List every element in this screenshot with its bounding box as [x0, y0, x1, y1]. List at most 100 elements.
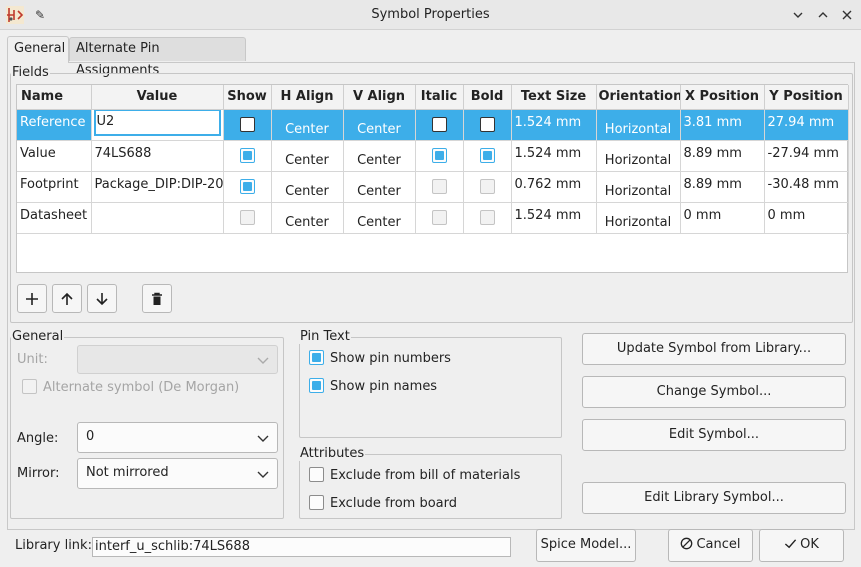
cell-y-position[interactable]: 27.94 mm	[764, 109, 849, 141]
col-header-v-align[interactable]: V Align	[343, 85, 416, 110]
spice-model-button[interactable]: Spice Model...	[536, 529, 636, 562]
angle-select[interactable]: 0	[77, 422, 278, 453]
bold-checkbox[interactable]	[479, 178, 495, 194]
cell-x-position[interactable]: 8.89 mm	[680, 171, 765, 203]
col-header-value[interactable]: Value	[91, 85, 224, 110]
value-edit-input[interactable]: U2	[93, 109, 221, 136]
cancel-button[interactable]: Cancel	[668, 529, 753, 562]
edit-symbol-button[interactable]: Edit Symbol...	[582, 419, 846, 451]
show-pin-names-checkbox[interactable]	[309, 378, 324, 393]
unit-select[interactable]	[77, 345, 278, 374]
italic-checkbox[interactable]	[431, 209, 447, 225]
cell-v-align[interactable]: Center	[343, 202, 416, 234]
update-symbol-button[interactable]: Update Symbol from Library...	[582, 333, 846, 365]
cell-italic[interactable]	[415, 202, 464, 234]
mirror-select[interactable]: Not mirrored	[77, 458, 278, 489]
cell-value[interactable]: Package_DIP:DIP-20	[91, 171, 224, 203]
cell-italic[interactable]	[415, 109, 464, 141]
italic-checkbox[interactable]	[431, 116, 447, 132]
cell-bold[interactable]	[463, 171, 512, 203]
cell-name[interactable]: Footprint	[17, 171, 92, 203]
cell-text-size[interactable]: 1.524 mm	[511, 109, 597, 141]
cell-show[interactable]	[223, 140, 272, 172]
cell-x-position[interactable]: 8.89 mm	[680, 140, 765, 172]
cell-value[interactable]	[91, 202, 224, 234]
col-header-orientation[interactable]: Orientation	[596, 85, 681, 110]
cell-orientation[interactable]: Horizontal	[596, 109, 681, 141]
show-checkbox[interactable]	[239, 147, 255, 163]
cell-bold[interactable]	[463, 202, 512, 234]
bold-checkbox[interactable]	[479, 147, 495, 163]
cell-value[interactable]: 74LS688	[91, 140, 224, 172]
cell-show[interactable]	[223, 202, 272, 234]
show-checkbox[interactable]	[239, 116, 255, 132]
cell-text-size[interactable]: 1.524 mm	[511, 202, 597, 234]
cell-y-position[interactable]: 0 mm	[764, 202, 849, 234]
cell-h-align[interactable]: Center	[271, 202, 344, 234]
change-symbol-button[interactable]: Change Symbol...	[582, 376, 846, 408]
fields-grid[interactable]: Name Value Show H Align V Align Italic B…	[16, 84, 849, 273]
exclude-board-checkbox[interactable]	[309, 495, 324, 510]
cell-y-position[interactable]: -27.94 mm	[764, 140, 849, 172]
chevron-up-icon[interactable]	[813, 5, 833, 25]
cell-v-align[interactable]: Center	[343, 171, 416, 203]
exclude-board-row[interactable]: Exclude from board	[309, 494, 457, 514]
cell-x-position[interactable]: 3.81 mm	[680, 109, 765, 141]
cell-x-position[interactable]: 0 mm	[680, 202, 765, 234]
move-down-button[interactable]	[87, 284, 117, 313]
col-header-h-align[interactable]: H Align	[271, 85, 344, 110]
col-header-bold[interactable]: Bold	[463, 85, 512, 110]
cell-value[interactable]: U2	[91, 109, 224, 141]
tab-alternate-pin-assignments[interactable]: Alternate Pin Assignments	[69, 37, 246, 78]
cell-name[interactable]: Datasheet	[17, 202, 92, 234]
table-row-datasheet[interactable]: Datasheet Center Center 1.524 mm Horizon…	[17, 202, 849, 234]
alternate-symbol-checkbox[interactable]	[22, 379, 37, 394]
exclude-bom-checkbox[interactable]	[309, 467, 324, 482]
cell-show[interactable]	[223, 171, 272, 203]
cell-italic[interactable]	[415, 171, 464, 203]
alternate-symbol-row[interactable]: Alternate symbol (De Morgan)	[22, 378, 239, 398]
col-header-italic[interactable]: Italic	[415, 85, 464, 110]
table-row-footprint[interactable]: Footprint Package_DIP:DIP-20 Center Cent…	[17, 171, 849, 203]
italic-checkbox[interactable]	[431, 178, 447, 194]
cell-h-align[interactable]: Center	[271, 109, 344, 141]
add-field-button[interactable]	[17, 284, 47, 313]
cell-show[interactable]	[223, 109, 272, 141]
cell-orientation[interactable]: Horizontal	[596, 140, 681, 172]
show-checkbox[interactable]	[239, 178, 255, 194]
close-icon[interactable]	[837, 5, 857, 25]
cell-orientation[interactable]: Horizontal	[596, 202, 681, 234]
cell-bold[interactable]	[463, 109, 512, 141]
delete-field-button[interactable]	[142, 284, 172, 313]
ok-button[interactable]: OK	[759, 529, 844, 562]
col-header-name[interactable]: Name	[17, 85, 92, 110]
col-header-x-position[interactable]: X Position	[680, 85, 765, 110]
col-header-y-position[interactable]: Y Position	[764, 85, 849, 110]
cell-name[interactable]: Value	[17, 140, 92, 172]
cell-name[interactable]: Reference	[17, 109, 92, 141]
library-link-input[interactable]: interf_u_schlib:74LS688	[92, 537, 511, 557]
col-header-text-size[interactable]: Text Size	[511, 85, 597, 110]
show-checkbox[interactable]	[239, 209, 255, 225]
cell-bold[interactable]	[463, 140, 512, 172]
show-pin-names-row[interactable]: Show pin names	[309, 377, 437, 397]
cell-v-align[interactable]: Center	[343, 140, 416, 172]
italic-checkbox[interactable]	[431, 147, 447, 163]
cell-h-align[interactable]: Center	[271, 171, 344, 203]
bold-checkbox[interactable]	[479, 209, 495, 225]
cell-h-align[interactable]: Center	[271, 140, 344, 172]
cell-text-size[interactable]: 1.524 mm	[511, 140, 597, 172]
tab-general[interactable]: General	[7, 36, 69, 63]
table-row-reference[interactable]: Reference U2 Center Center 1.524 mm Hori…	[17, 109, 849, 141]
move-up-button[interactable]	[52, 284, 82, 313]
cell-text-size[interactable]: 0.762 mm	[511, 171, 597, 203]
cell-y-position[interactable]: -30.48 mm	[764, 171, 849, 203]
cell-v-align[interactable]: Center	[343, 109, 416, 141]
edit-library-symbol-button[interactable]: Edit Library Symbol...	[582, 482, 846, 514]
show-pin-numbers-checkbox[interactable]	[309, 350, 324, 365]
chevron-down-icon[interactable]	[788, 5, 808, 25]
bold-checkbox[interactable]	[479, 116, 495, 132]
cell-orientation[interactable]: Horizontal	[596, 171, 681, 203]
col-header-show[interactable]: Show	[223, 85, 272, 110]
table-row-value[interactable]: Value 74LS688 Center Center 1.524 mm Hor…	[17, 140, 849, 172]
